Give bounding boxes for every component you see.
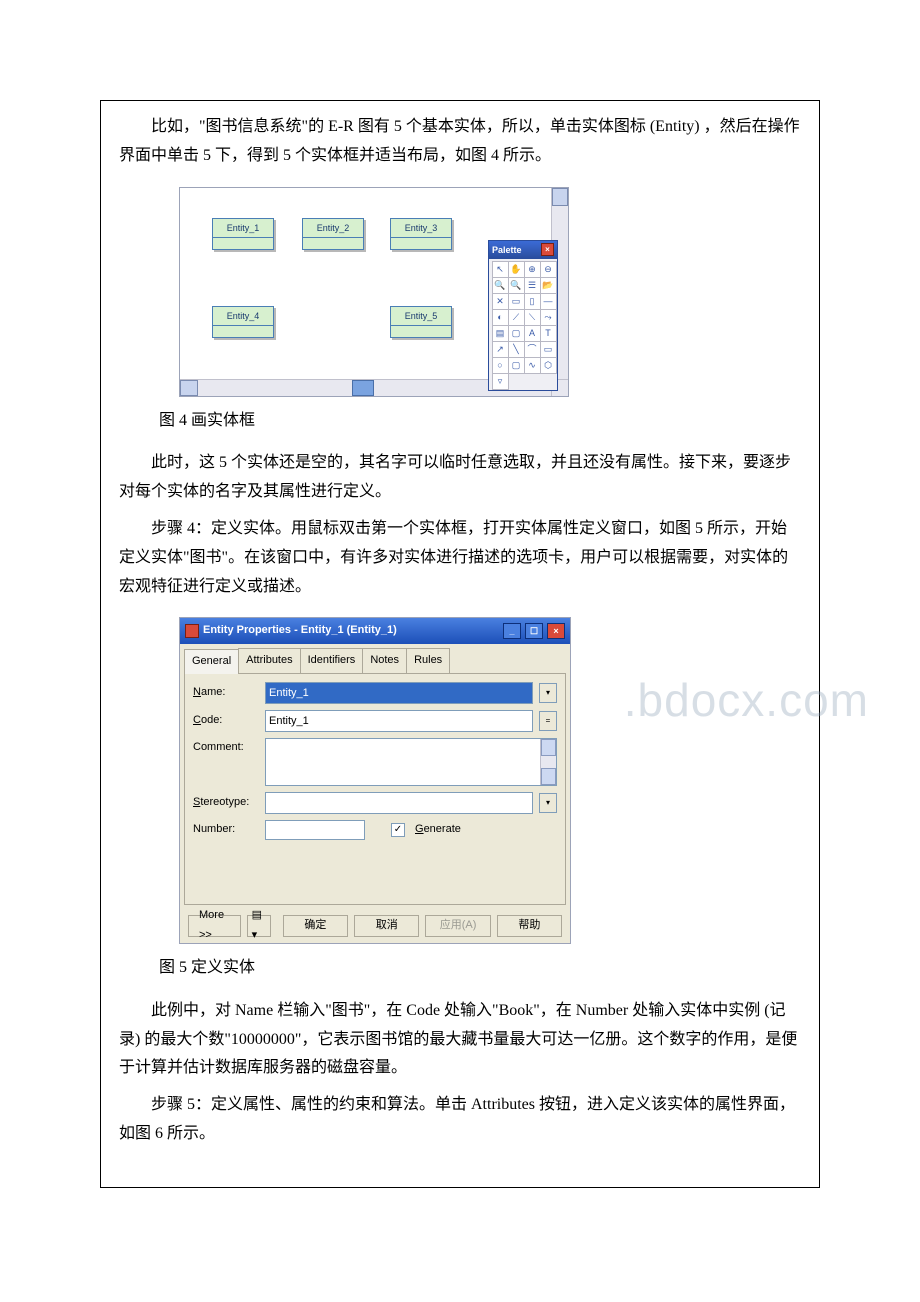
dependency-icon[interactable]: ⤳ bbox=[540, 309, 557, 326]
code-field[interactable]: Entity_1 bbox=[265, 710, 533, 732]
help-button[interactable]: 帮助 bbox=[497, 915, 562, 937]
dropdown-icon[interactable]: ▾ bbox=[539, 793, 557, 813]
paragraph-5: 步骤 5：定义属性、属性的约束和算法。单击 Attributes 按钮，进入定义… bbox=[119, 1091, 801, 1149]
label-name: NName:ame: bbox=[193, 683, 259, 703]
open-icon[interactable]: 📂 bbox=[540, 277, 557, 294]
label-generate: Generate bbox=[415, 820, 461, 840]
entity-label: Entity_1 bbox=[213, 219, 273, 238]
dialog-titlebar[interactable]: Entity Properties - Entity_1 (Entity_1) … bbox=[180, 618, 570, 644]
scroll-thumb[interactable] bbox=[180, 380, 198, 396]
app-icon bbox=[185, 624, 199, 638]
figure-5-caption: 图 5 定义实体 bbox=[119, 954, 801, 983]
menu-button[interactable]: ▤ ▾ bbox=[247, 915, 271, 937]
entity-label: Entity_2 bbox=[303, 219, 363, 238]
minimize-icon[interactable]: _ bbox=[503, 623, 521, 639]
dialog-title: Entity Properties - Entity_1 (Entity_1) bbox=[203, 621, 397, 641]
inheritance-icon[interactable]: ◐ bbox=[492, 309, 509, 326]
dropdown-icon[interactable]: = bbox=[539, 711, 557, 731]
document-content: 比如，"图书信息系统"的 E-R 图有 5 个基本实体，所以，单击实体图标 (E… bbox=[100, 100, 820, 1188]
stereotype-field[interactable] bbox=[265, 792, 533, 814]
paragraph-3: 步骤 4：定义实体。用鼠标双击第一个实体框，打开实体属性定义窗口，如图 5 所示… bbox=[119, 515, 801, 601]
paragraph-4: 此例中，对 Name 栏输入"图书"，在 Code 处输入"Book"，在 Nu… bbox=[119, 997, 801, 1083]
dialog-body: NName:ame: Entity_1 ▾ Code: Entity_1 = C… bbox=[184, 673, 566, 905]
scroll-thumb[interactable] bbox=[552, 188, 568, 206]
paragraph-2: 此时，这 5 个实体还是空的，其名字可以临时任意选取，并且还没有属性。接下来，要… bbox=[119, 449, 801, 507]
palette-titlebar[interactable]: Palette × bbox=[489, 241, 557, 259]
entity-label: Entity_5 bbox=[391, 307, 451, 326]
ok-button[interactable]: 确定 bbox=[283, 915, 348, 937]
scroll-thumb[interactable] bbox=[352, 380, 374, 396]
generate-checkbox[interactable]: ✓ bbox=[391, 823, 405, 837]
tab-identifiers[interactable]: Identifiers bbox=[300, 648, 364, 673]
dropdown-icon[interactable]: ▾ bbox=[539, 683, 557, 703]
entity-label: Entity_3 bbox=[391, 219, 451, 238]
zoom-in-icon[interactable]: ⊕ bbox=[524, 261, 541, 278]
properties-icon[interactable]: ☰ bbox=[524, 277, 541, 294]
paragraph-1: 比如，"图书信息系统"的 E-R 图有 5 个基本实体，所以，单击实体图标 (E… bbox=[119, 113, 801, 171]
text-icon[interactable]: A bbox=[524, 325, 541, 342]
comment-field[interactable] bbox=[265, 738, 557, 786]
palette-title-text: Palette bbox=[492, 242, 522, 258]
close-icon[interactable]: × bbox=[547, 623, 565, 639]
title-icon[interactable]: T bbox=[540, 325, 557, 342]
package-icon[interactable]: ▭ bbox=[508, 293, 525, 310]
arc-icon[interactable]: ⌒ bbox=[524, 341, 541, 358]
apply-button[interactable]: 应用(A) bbox=[425, 915, 490, 937]
entity-icon[interactable]: ▯ bbox=[524, 293, 541, 310]
file-icon[interactable]: ▤ bbox=[492, 325, 509, 342]
textarea-scrollbar[interactable] bbox=[540, 739, 556, 785]
rect-icon[interactable]: ▭ bbox=[540, 341, 557, 358]
label-code: Code: bbox=[193, 711, 259, 731]
label-number: Number: bbox=[193, 820, 259, 840]
entity-box-1[interactable]: Entity_1 bbox=[212, 218, 274, 250]
link-icon[interactable]: ⟍ bbox=[524, 309, 541, 326]
figure-4-caption: 图 4 画实体框 bbox=[119, 407, 801, 436]
hand-icon[interactable]: ✋ bbox=[508, 261, 525, 278]
label-comment: Comment: bbox=[193, 738, 259, 758]
label-stereotype: Stereotype: bbox=[193, 793, 259, 813]
polygon-icon[interactable]: ⬡ bbox=[540, 357, 557, 374]
maximize-icon[interactable]: ☐ bbox=[525, 623, 543, 639]
entity-box-5[interactable]: Entity_5 bbox=[390, 306, 452, 338]
close-icon[interactable]: × bbox=[541, 243, 554, 256]
palette-panel[interactable]: Palette × ↖ ✋ ⊕ ⊖ 🔍 🔍 ☰ 📂 ✕ ▭ ▯ — ◐ bbox=[488, 240, 558, 391]
entity-box-2[interactable]: Entity_2 bbox=[302, 218, 364, 250]
scroll-up-icon[interactable] bbox=[541, 739, 556, 756]
relationship-icon[interactable]: — bbox=[540, 293, 557, 310]
more-button[interactable]: More >> bbox=[188, 915, 241, 937]
tab-general[interactable]: General bbox=[184, 649, 239, 674]
tab-attributes[interactable]: Attributes bbox=[238, 648, 300, 673]
zoom-icon[interactable]: 🔍 bbox=[492, 277, 509, 294]
polyline-icon[interactable]: ∿ bbox=[524, 357, 541, 374]
scroll-down-icon[interactable] bbox=[541, 768, 556, 785]
delete-icon[interactable]: ✕ bbox=[492, 293, 509, 310]
zoom-out-icon[interactable]: ⊖ bbox=[540, 261, 557, 278]
zoom-fit-icon[interactable]: 🔍 bbox=[508, 277, 525, 294]
tab-rules[interactable]: Rules bbox=[406, 648, 450, 673]
palette-toolgrid: ↖ ✋ ⊕ ⊖ 🔍 🔍 ☰ 📂 ✕ ▭ ▯ — ◐ ⟋ ⟍ ⤳ ▤ bbox=[489, 259, 557, 390]
rounded-rect-icon[interactable]: ▢ bbox=[508, 357, 525, 374]
figure-5-dialog: Entity Properties - Entity_1 (Entity_1) … bbox=[179, 617, 571, 944]
pointer-icon[interactable]: ↖ bbox=[492, 261, 509, 278]
link2-icon[interactable]: ↗ bbox=[492, 341, 509, 358]
entity-box-3[interactable]: Entity_3 bbox=[390, 218, 452, 250]
entity-label: Entity_4 bbox=[213, 307, 273, 326]
figure-4: Entity_1 Entity_2 Entity_3 Entity_4 Enti… bbox=[179, 187, 569, 397]
dialog-footer: More >> ▤ ▾ 确定 取消 应用(A) 帮助 bbox=[180, 909, 570, 943]
association-icon[interactable]: ⟋ bbox=[508, 309, 525, 326]
tab-notes[interactable]: Notes bbox=[362, 648, 407, 673]
more-icon[interactable]: ▿ bbox=[492, 373, 509, 390]
ellipse-icon[interactable]: ○ bbox=[492, 357, 509, 374]
cancel-button[interactable]: 取消 bbox=[354, 915, 419, 937]
entity-box-4[interactable]: Entity_4 bbox=[212, 306, 274, 338]
number-field[interactable] bbox=[265, 820, 365, 840]
name-field[interactable]: Entity_1 bbox=[265, 682, 533, 704]
note-icon[interactable]: ▢ bbox=[508, 325, 525, 342]
dialog-tabs: General Attributes Identifiers Notes Rul… bbox=[180, 644, 570, 673]
line-icon[interactable]: ╲ bbox=[508, 341, 525, 358]
